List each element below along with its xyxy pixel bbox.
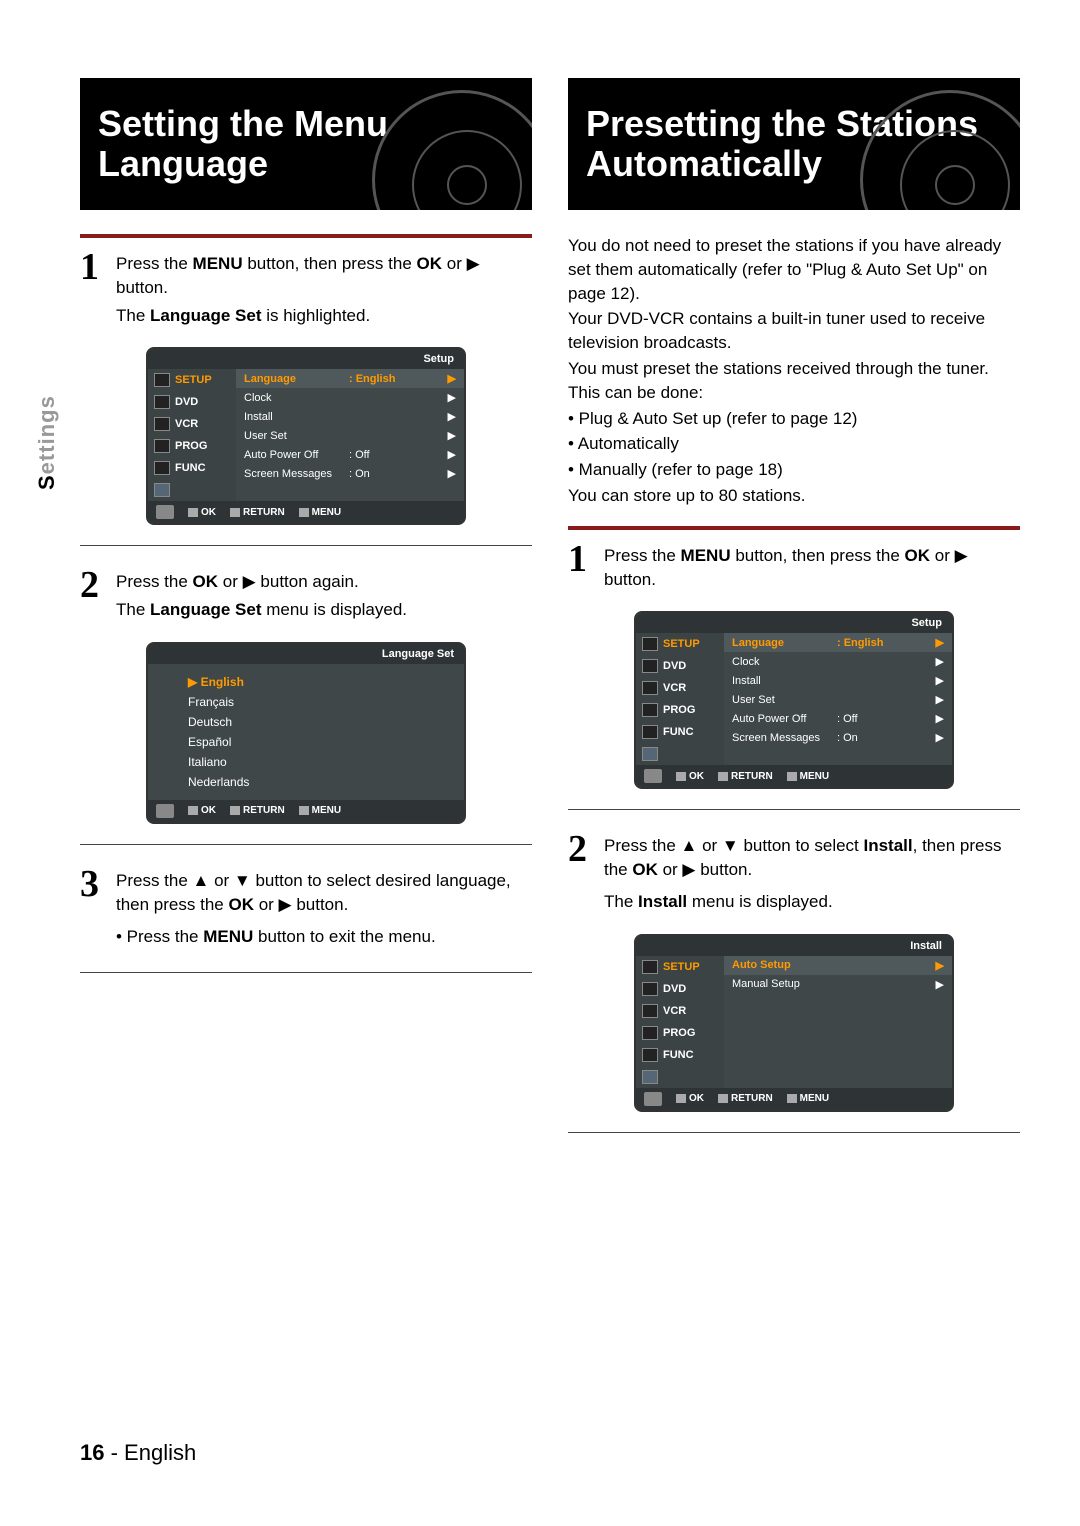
osd-row: Install▶: [236, 407, 464, 426]
divider-red: [568, 526, 1020, 530]
osd-language-item: Español: [148, 732, 464, 752]
intro-line: Your DVD-VCR contains a built-in tuner u…: [568, 307, 1020, 355]
right-step-1: 1 Press the MENU button, then press the …: [568, 540, 1020, 596]
nav-icon: [644, 769, 662, 783]
intro-line: You do not need to preset the stations i…: [568, 234, 1020, 305]
osd-row: Auto Setup▶: [724, 956, 952, 975]
section-banner-left: Setting the Menu Language: [80, 78, 532, 210]
divider: [568, 809, 1020, 810]
osd-title: Setup: [911, 617, 942, 629]
osd-language-item: ▶ English: [148, 672, 464, 692]
osd-row: Language: English▶: [236, 369, 464, 388]
osd-row: Screen Messages: On▶: [236, 464, 464, 483]
osd-side-item: SETUP: [148, 369, 236, 391]
nav-icon: [156, 505, 174, 519]
osd-side-item: FUNC: [636, 721, 724, 743]
intro-line: • Plug & Auto Set up (refer to page 12): [568, 407, 1020, 431]
osd-row: Auto Power Off: Off▶: [724, 709, 952, 728]
osd-language-item: Nederlands: [148, 772, 464, 792]
osd-footer: OK RETURN MENU: [636, 1088, 952, 1110]
osd-side-item: PROG: [148, 435, 236, 457]
page-footer: 16 - English: [80, 1440, 196, 1466]
divider: [80, 545, 532, 546]
osd-side-item: DVD: [636, 655, 724, 677]
intro-text: You do not need to preset the stations i…: [568, 234, 1020, 508]
intro-line: • Manually (refer to page 18): [568, 458, 1020, 482]
divider: [80, 844, 532, 845]
right-step-2: 2 Press the ▲ or ▼ button to select Inst…: [568, 830, 1020, 917]
osd-side-item: VCR: [148, 413, 236, 435]
left-column: Setting the Menu Language 1 Press the ME…: [80, 78, 532, 1153]
osd-row: Manual Setup▶: [724, 975, 952, 994]
osd-side-item: FUNC: [636, 1044, 724, 1066]
osd-side-item: DVD: [148, 391, 236, 413]
osd-side-item: FUNC: [148, 457, 236, 479]
osd-side-item: SETUP: [636, 956, 724, 978]
osd-sidebar: SETUPDVDVCRPROGFUNC: [636, 956, 724, 1088]
divider: [568, 1132, 1020, 1133]
nav-icon: [644, 1092, 662, 1106]
osd-row: User Set▶: [724, 690, 952, 709]
osd-install: Install SETUPDVDVCRPROGFUNC Auto Setup▶M…: [634, 934, 954, 1112]
osd-row: User Set▶: [236, 426, 464, 445]
osd-side-item: DVD: [636, 978, 724, 1000]
osd-language-item: Deutsch: [148, 712, 464, 732]
left-step-1: 1 Press the MENU button, then press the …: [80, 248, 532, 331]
osd-language-set: Language Set ▶ EnglishFrançaisDeutschEsp…: [146, 642, 466, 824]
nav-icon: [156, 804, 174, 818]
divider: [80, 972, 532, 973]
intro-line: • Automatically: [568, 432, 1020, 456]
osd-row: Clock▶: [724, 652, 952, 671]
osd-main: Language: English▶Clock▶Install▶User Set…: [236, 369, 464, 501]
osd-row: Screen Messages: On▶: [724, 728, 952, 747]
osd-footer: OK RETURN MENU: [636, 765, 952, 787]
osd-row: Clock▶: [236, 388, 464, 407]
osd-row: Install▶: [724, 671, 952, 690]
osd-footer: OK RETURN MENU: [148, 501, 464, 523]
right-column: Presetting the Stations Automatically Yo…: [568, 78, 1020, 1153]
osd-side-item: SETUP: [636, 633, 724, 655]
osd-main: Language: English▶Clock▶Install▶User Set…: [724, 633, 952, 765]
osd-side-item: VCR: [636, 1000, 724, 1022]
osd-title: Language Set: [382, 648, 454, 660]
side-tab-settings: Settings: [34, 395, 60, 490]
osd-side-item: PROG: [636, 699, 724, 721]
osd-setup-1: Setup SETUPDVDVCRPROGFUNC Language: Engl…: [146, 347, 466, 525]
osd-side-item: PROG: [636, 1022, 724, 1044]
osd-side-item: VCR: [636, 677, 724, 699]
osd-row: Auto Power Off: Off▶: [236, 445, 464, 464]
osd-title: Install: [910, 940, 942, 952]
osd-sidebar: SETUPDVDVCRPROGFUNC: [148, 369, 236, 501]
osd-row: Language: English▶: [724, 633, 952, 652]
osd-sidebar: SETUPDVDVCRPROGFUNC: [636, 633, 724, 765]
left-step-2: 2 Press the OK or ▶ button again. The La…: [80, 566, 532, 626]
osd-footer: OK RETURN MENU: [148, 800, 464, 822]
osd-language-item: Italiano: [148, 752, 464, 772]
intro-line: You can store up to 80 stations.: [568, 484, 1020, 508]
osd-main: Auto Setup▶Manual Setup▶: [724, 956, 952, 1088]
osd-setup-2: Setup SETUPDVDVCRPROGFUNC Language: Engl…: [634, 611, 954, 789]
osd-title: Setup: [423, 353, 454, 365]
intro-line: You must preset the stations received th…: [568, 357, 1020, 405]
osd-language-item: Français: [148, 692, 464, 712]
divider-red: [80, 234, 532, 238]
left-step-3: 3 Press the ▲ or ▼ button to select desi…: [80, 865, 532, 952]
section-banner-right: Presetting the Stations Automatically: [568, 78, 1020, 210]
